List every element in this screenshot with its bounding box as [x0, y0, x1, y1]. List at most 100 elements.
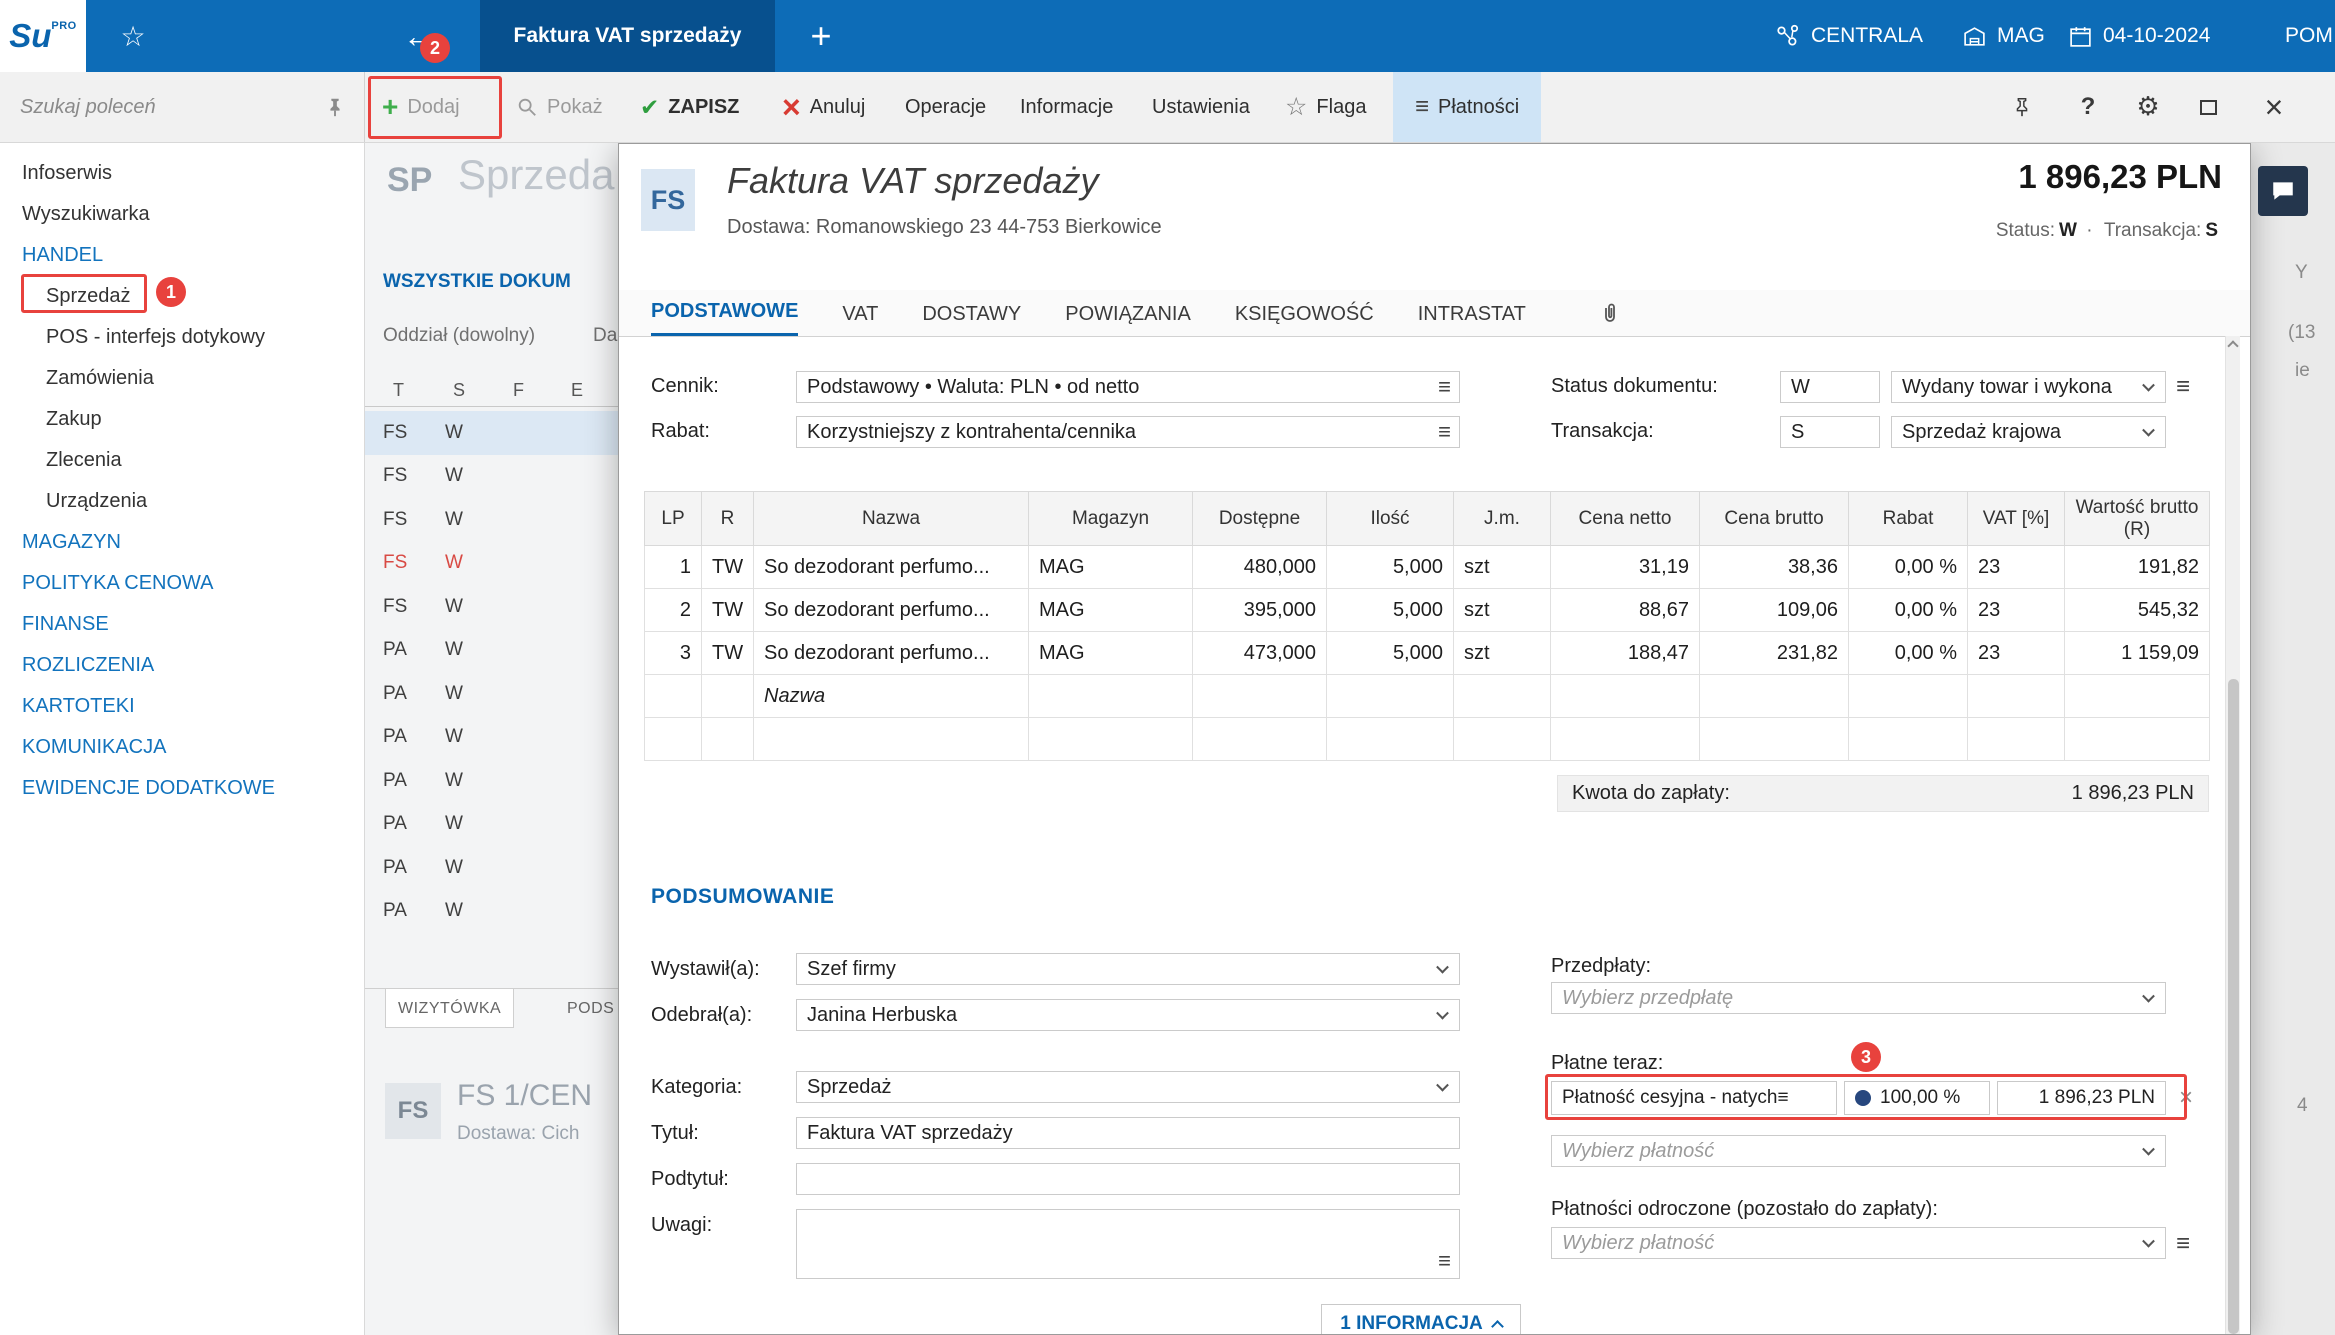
sidebar-item-ewidencje[interactable]: EWIDENCJE DODATKOWE [0, 768, 364, 809]
feedback-comment-button[interactable] [2258, 166, 2308, 216]
date-selector[interactable]: 04-10-2024 [2068, 0, 2210, 72]
favorites-star-icon[interactable]: ☆ [110, 0, 156, 72]
subtitle-input[interactable] [796, 1163, 1460, 1195]
sidebar-item-zakup[interactable]: Zakup [0, 399, 364, 440]
information-toggle-button[interactable]: 1 INFORMACJA [1321, 1304, 1521, 1334]
col-s[interactable]: S [453, 380, 465, 401]
tab-podstawowe[interactable]: PODSTAWOWE [651, 289, 799, 336]
col-r[interactable]: R [701, 491, 754, 546]
branch-filter[interactable]: Oddział (dowolny) [383, 325, 535, 347]
mag-selector[interactable]: MAG [1962, 0, 2045, 72]
help-menu[interactable]: POM [2285, 0, 2333, 72]
tab-ksiegowosc[interactable]: KSIĘGOWOŚĆ [1235, 292, 1374, 336]
add-button[interactable]: + Dodaj [382, 72, 460, 142]
title-input[interactable]: Faktura VAT sprzedaży [796, 1117, 1460, 1149]
transakcja-code-field[interactable]: S [1780, 416, 1880, 448]
notes-menu-icon[interactable]: ≡ [1438, 1246, 1451, 1276]
sidebar-item-komunikacja[interactable]: KOMUNIKACJA [0, 727, 364, 768]
close-window-icon[interactable]: × [2252, 72, 2296, 142]
new-item-placeholder[interactable]: Nazwa [753, 674, 1029, 718]
scroll-up-icon[interactable] [2227, 340, 2239, 352]
receiver-dropdown[interactable]: Janina Herbuska [796, 999, 1460, 1031]
col-ilosc[interactable]: Ilość [1326, 491, 1454, 546]
prepayment-dropdown[interactable]: Wybierz przedpłatę [1551, 982, 2166, 1014]
show-button[interactable]: Pokaż [516, 72, 603, 142]
col-cena-netto[interactable]: Cena netto [1550, 491, 1700, 546]
col-vat[interactable]: VAT [%] [1967, 491, 2065, 546]
centrala-selector[interactable]: CENTRALA [1775, 0, 1923, 72]
dialog-scrollbar[interactable] [2225, 336, 2240, 1334]
col-magazyn[interactable]: Magazyn [1028, 491, 1193, 546]
col-wartosc[interactable]: Wartość brutto (R) [2064, 491, 2210, 546]
gear-icon[interactable]: ⚙ [2126, 72, 2170, 142]
remove-payment-icon[interactable]: × [2179, 1081, 2193, 1115]
sidebar-item-zamowienia[interactable]: Zamówienia [0, 358, 364, 399]
sidebar-item-kartoteki[interactable]: KARTOTEKI [0, 686, 364, 727]
table-row[interactable]: 1 TW So dezodorant perfumo... MAG 480,000 5,0… [644, 545, 2210, 589]
sidebar-item-zlecenia[interactable]: Zlecenia [0, 440, 364, 481]
flag-button[interactable]: ☆ Flaga [1285, 72, 1366, 142]
operations-menu-button[interactable]: Operacje [905, 72, 986, 142]
scrollbar-thumb[interactable] [2228, 679, 2239, 1334]
status-code-field[interactable]: W [1780, 371, 1880, 403]
category-dropdown[interactable]: Sprzedaż [796, 1071, 1460, 1103]
status-menu-icon[interactable]: ≡ [2176, 373, 2190, 401]
tab-dostawy[interactable]: DOSTAWY [922, 292, 1021, 336]
command-search[interactable]: Szukaj poleceń [0, 72, 365, 142]
status-dropdown[interactable]: Wydany towar i wykona [1891, 371, 2166, 403]
payment-method-field[interactable]: Płatność cesyjna - natych ≡ [1551, 1081, 1837, 1115]
information-menu-button[interactable]: Informacje [1020, 72, 1113, 142]
sidebar-item-urzadzenia[interactable]: Urządzenia [0, 481, 364, 522]
table-row[interactable]: 3 TW So dezodorant perfumo... MAG 473,000 5,0… [644, 631, 2210, 675]
cancel-button[interactable]: × Anuluj [782, 72, 865, 142]
table-row-empty[interactable] [644, 717, 2210, 761]
table-row-empty[interactable]: Nazwa [644, 674, 2210, 718]
deferred-menu-icon[interactable]: ≡ [2176, 1230, 2190, 1258]
deferred-payment-dropdown[interactable]: Wybierz płatność [1551, 1227, 2166, 1259]
cennik-field[interactable]: Podstawowy • Waluta: PLN • od netto ≡ [796, 371, 1460, 403]
col-f[interactable]: F [513, 380, 524, 401]
col-jm[interactable]: J.m. [1453, 491, 1551, 546]
settings-menu-button[interactable]: Ustawienia [1152, 72, 1250, 142]
col-dostepne[interactable]: Dostępne [1192, 491, 1327, 546]
payment-amount-field[interactable]: 1 896,23 PLN [1997, 1081, 2166, 1115]
col-rabat[interactable]: Rabat [1848, 491, 1968, 546]
rabat-menu-icon[interactable]: ≡ [1438, 417, 1451, 447]
paperclip-icon[interactable] [1598, 300, 1622, 328]
pin-window-icon[interactable] [2000, 72, 2044, 142]
sidebar-item-polityka-cenowa[interactable]: POLITYKA CENOWA [0, 563, 364, 604]
sidebar-item-magazyn[interactable]: MAGAZYN [0, 522, 364, 563]
maximize-icon[interactable] [2186, 72, 2230, 142]
tab-intrastat[interactable]: INTRASTAT [1418, 292, 1526, 336]
sidebar-item-rozliczenia[interactable]: ROZLICZENIA [0, 645, 364, 686]
col-lp[interactable]: LP [644, 491, 702, 546]
payments-button[interactable]: ≡ Płatności [1393, 72, 1542, 142]
tab-pods[interactable]: PODS [555, 989, 626, 1028]
col-nazwa[interactable]: Nazwa [753, 491, 1029, 546]
new-tab-plus-icon[interactable]: + [798, 0, 844, 72]
transakcja-dropdown[interactable]: Sprzedaż krajowa [1891, 416, 2166, 448]
tab-wizytowka[interactable]: WIZYTÓWKA [385, 989, 515, 1028]
app-logo[interactable]: Su PRO [0, 0, 86, 72]
notes-textarea[interactable]: ≡ [796, 1209, 1460, 1279]
col-e[interactable]: E [571, 380, 583, 401]
table-row[interactable]: 2 TW So dezodorant perfumo... MAG 395,000 5,0… [644, 588, 2210, 632]
date-filter-fragment[interactable]: Da [593, 325, 617, 347]
tab-vat[interactable]: VAT [842, 292, 878, 336]
payment-menu-icon[interactable]: ≡ [1777, 1082, 1788, 1114]
pin-icon[interactable] [324, 96, 346, 118]
issuer-dropdown[interactable]: Szef firmy [796, 953, 1460, 985]
save-button[interactable]: ✔ ZAPISZ [640, 72, 739, 142]
open-document-tab[interactable]: Faktura VAT sprzedaży [480, 0, 775, 72]
payment-percent-field[interactable]: 100,00 % [1844, 1081, 1990, 1115]
sidebar-item-finanse[interactable]: FINANSE [0, 604, 364, 645]
rabat-field[interactable]: Korzystniejszy z kontrahenta/cennika ≡ [796, 416, 1460, 448]
col-t[interactable]: T [393, 380, 404, 401]
sidebar-item-wyszukiwarka[interactable]: Wyszukiwarka [0, 194, 364, 235]
sidebar-item-handel[interactable]: HANDEL [0, 235, 364, 276]
help-question-icon[interactable]: ? [2066, 72, 2110, 142]
col-cena-brutto[interactable]: Cena brutto [1699, 491, 1849, 546]
sidebar-item-infoserwis[interactable]: Infoserwis [0, 153, 364, 194]
tab-powiazania[interactable]: POWIĄZANIA [1065, 292, 1191, 336]
cennik-menu-icon[interactable]: ≡ [1438, 372, 1451, 402]
